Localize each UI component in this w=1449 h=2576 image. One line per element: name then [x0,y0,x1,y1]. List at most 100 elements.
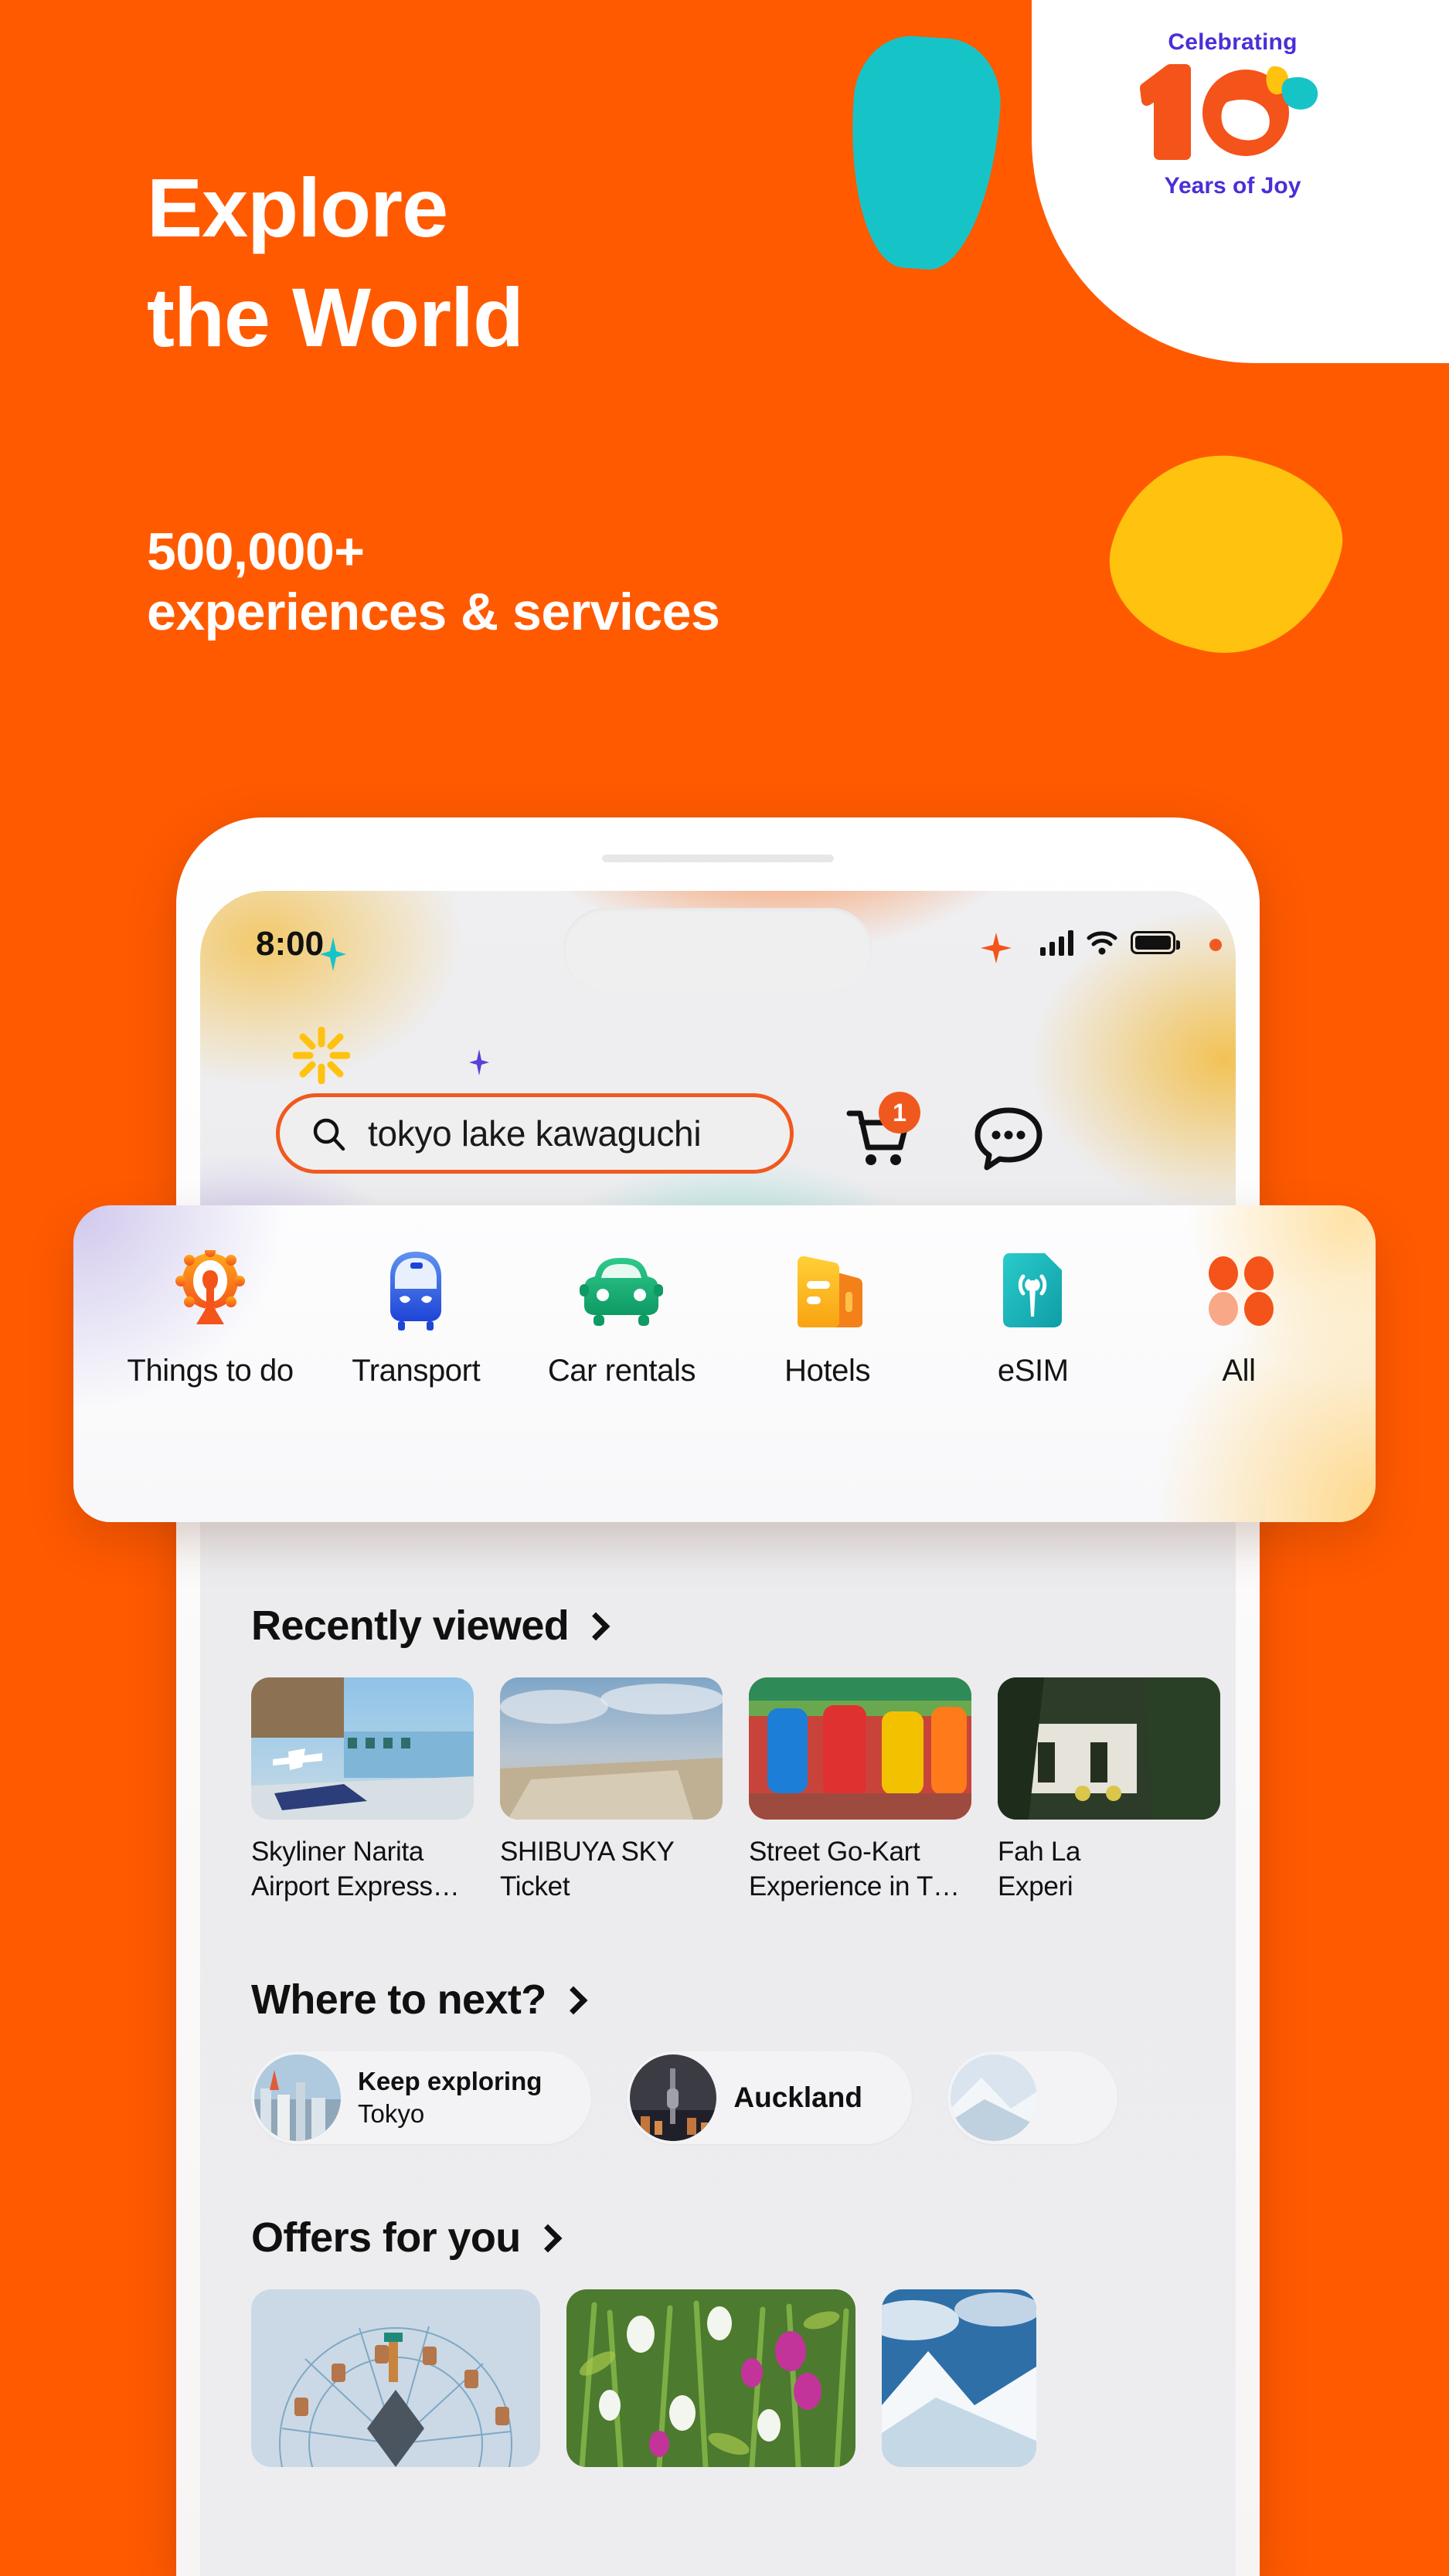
card-title-line-2: Ticket [500,1871,570,1901]
recently-viewed-list[interactable]: Skyliner Narita Airport Express… SHIBUYA… [200,1677,1236,1905]
ten-logo-icon [1140,64,1318,160]
grid-dots-icon [1203,1249,1274,1332]
offers-for-you-list[interactable] [200,2289,1236,2467]
battery-icon [1131,931,1180,954]
category-things-to-do[interactable]: Things to do [107,1249,313,1389]
sparkle-icon [469,1049,489,1076]
search-input[interactable]: tokyo lake kawaguchi [276,1093,794,1174]
phone-screen: 8:00 tokyo lake kawaguchi 1 Recently vie… [200,891,1236,2576]
yellow-decorative-blob [1092,431,1358,678]
headline-line-1: Explore [147,161,448,254]
hero-headline: Explore the World [147,166,524,364]
pill-eyebrow: Keep exploring [358,2067,543,2096]
list-item[interactable] [882,2289,1036,2467]
category-transport[interactable]: Transport [313,1249,519,1389]
status-bar: 8:00 [200,908,1236,991]
chevron-right-icon [533,2224,563,2252]
hotel-building-icon [791,1249,864,1332]
pill-text: Keep exploring Tokyo [358,2065,542,2129]
list-item[interactable]: Skyliner Narita Airport Express… [251,1677,474,1905]
pill-name: Tokyo [358,2099,425,2128]
train-icon [383,1249,449,1332]
category-quick-links-card: Things to do Transport Car rentals Hotel… [73,1205,1376,1522]
where-to-next-list[interactable]: Keep exploring Tokyo Auckland [200,2051,1236,2144]
sunburst-sparkle-icon [293,1027,350,1084]
garden-flowers-offer-image [566,2289,855,2467]
wifi-icon [1087,931,1117,955]
card-title: Fah La Experi [998,1835,1220,1905]
section-title: Offers for you [251,2214,521,2261]
teal-decorative-blob [842,32,1005,274]
chat-button[interactable] [973,1103,1044,1174]
dynamic-island [563,908,872,991]
list-item[interactable] [251,2289,540,2467]
status-time: 8:00 [256,925,325,963]
offers-for-you-header[interactable]: Offers for you [200,2214,1236,2262]
list-item[interactable]: Street Go-Kart Experience in T… [749,1677,971,1905]
pill-text: Auckland [733,2082,862,2114]
list-item[interactable] [566,2289,855,2467]
subline-line-1: 500,000+ [147,522,365,581]
avatar [630,2054,717,2141]
category-label: All [1222,1354,1256,1388]
hero-subline: 500,000+ experiences & services [147,522,720,642]
category-label: Car rentals [547,1354,696,1388]
section-title: Where to next? [251,1976,546,2023]
category-all[interactable]: All [1136,1249,1342,1389]
chat-bubble-icon [975,1107,1043,1171]
card-title-line-2: Experi [998,1871,1073,1901]
card-title-line-1: Fah La [998,1837,1081,1867]
list-item[interactable]: Keep exploring Tokyo [251,2051,592,2144]
card-title-line-1: Skyliner Narita [251,1837,424,1867]
search-query-text: tokyo lake kawaguchi [368,1113,702,1154]
status-record-dot [1209,939,1222,951]
badge-top-text: Celebrating [1168,29,1298,55]
list-item[interactable] [947,2051,1117,2144]
phone-mockup: 8:00 tokyo lake kawaguchi 1 Recently vie… [176,817,1260,2576]
badge-bottom-text: Years of Joy [1164,173,1301,199]
list-item[interactable]: Fah La Experi [998,1677,1220,1905]
status-icons [1040,929,1180,956]
card-title-line-1: SHIBUYA SKY [500,1837,675,1867]
ferris-wheel-offer-image [251,2289,540,2467]
category-label: Transport [352,1354,481,1388]
cart-button[interactable]: 1 [842,1092,920,1174]
category-label: Hotels [784,1354,871,1388]
card-thumbnail [749,1677,971,1820]
pill-name: Auckland [733,2081,862,2113]
category-car-rentals[interactable]: Car rentals [519,1249,724,1389]
list-item[interactable]: Auckland [627,2051,912,2144]
avatar [254,2054,341,2141]
search-row: tokyo lake kawaguchi 1 [200,1092,1236,1178]
sparkle-icon [320,937,346,971]
section-title: Recently viewed [251,1602,570,1649]
category-esim[interactable]: eSIM [930,1249,1136,1389]
anniversary-badge: Celebrating Years of Joy [1105,23,1360,201]
category-label: Things to do [127,1354,294,1388]
search-icon [313,1118,345,1151]
card-thumbnail [500,1677,723,1820]
avatar [950,2054,1037,2141]
sparkle-icon [981,933,1012,963]
recently-viewed-header[interactable]: Recently viewed [200,1602,1236,1650]
car-icon [580,1249,664,1332]
headline-line-2: the World [147,270,524,364]
list-item[interactable]: SHIBUYA SKY Ticket [500,1677,723,1905]
where-to-next-header[interactable]: Where to next? [200,1976,1236,2024]
chevron-right-icon [581,1612,611,1641]
cart-badge: 1 [879,1092,920,1133]
card-title: Skyliner Narita Airport Express… [251,1835,474,1905]
phone-speaker-slot [602,855,834,862]
card-title-line-2: Experience in T… [749,1871,960,1901]
card-title: Street Go-Kart Experience in T… [749,1835,971,1905]
card-title: SHIBUYA SKY Ticket [500,1835,723,1905]
category-hotels[interactable]: Hotels [725,1249,930,1389]
card-title-line-1: Street Go-Kart [749,1837,920,1867]
card-thumbnail [251,1677,474,1820]
sim-card-signal-icon [1002,1249,1065,1332]
card-thumbnail [998,1677,1220,1820]
chevron-right-icon [559,1986,588,2014]
card-title-line-2: Airport Express… [251,1871,460,1901]
category-label: eSIM [997,1354,1069,1388]
subline-line-2: experiences & services [147,583,720,642]
